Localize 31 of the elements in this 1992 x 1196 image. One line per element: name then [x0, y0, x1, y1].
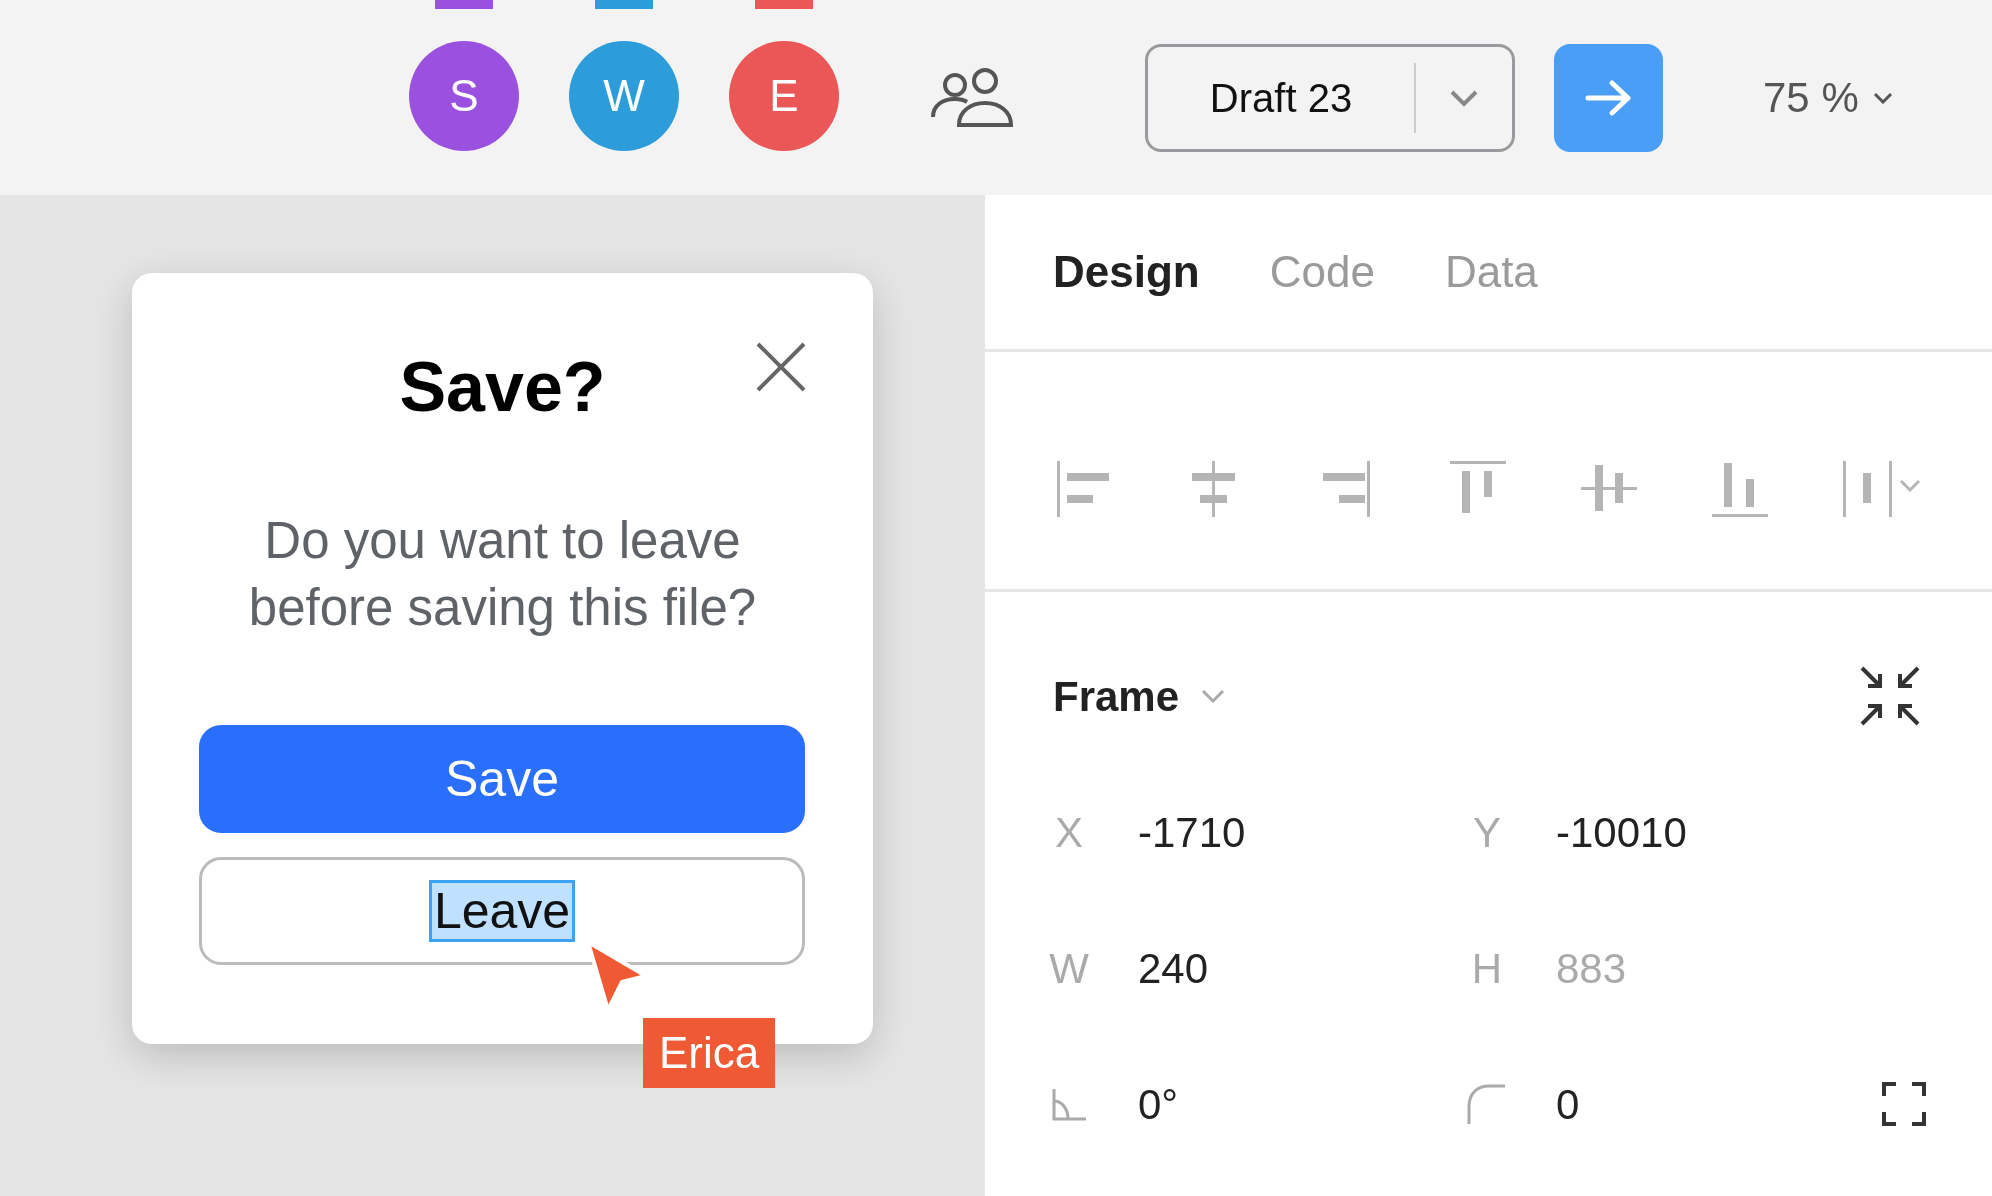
field-value[interactable]: 240	[1138, 936, 1209, 1000]
cursor-name-tag: Erica	[643, 1018, 776, 1088]
field-label: Y	[1473, 807, 1501, 858]
field-label: X	[1055, 807, 1083, 858]
collapse-icon[interactable]	[1858, 664, 1922, 728]
leave-button[interactable]: Leave	[199, 857, 805, 965]
field-value[interactable]: 0°	[1138, 1072, 1179, 1136]
people-icon[interactable]	[929, 66, 1015, 129]
field-value[interactable]: -1710	[1138, 800, 1246, 864]
version-label: Draft 23	[1208, 74, 1354, 122]
version-dropdown[interactable]: Draft 23	[1145, 43, 1515, 152]
field-label: H	[1471, 943, 1503, 994]
caret-icon[interactable]	[1449, 88, 1479, 107]
corner-radius-icon	[1467, 1084, 1507, 1124]
caret-icon	[1872, 91, 1893, 104]
close-button[interactable]	[755, 341, 807, 393]
caret-icon	[1201, 689, 1226, 703]
field-label: W	[1049, 943, 1089, 994]
dialog-title: Save?	[399, 347, 606, 428]
dialog-message: Do you want to leave before saving this file?	[247, 511, 758, 638]
zoom-dropdown[interactable]: 75 %	[1763, 66, 1893, 129]
field-value[interactable]: -10010	[1556, 800, 1687, 864]
panel-tab[interactable]: Design	[1053, 239, 1200, 301]
frame-dropdown[interactable]: Frame	[1053, 664, 1226, 728]
avatar[interactable]: S	[409, 41, 519, 151]
angle-icon	[1051, 1087, 1087, 1121]
fullscreen-icon[interactable]	[1882, 1082, 1926, 1126]
save-button[interactable]: Save	[199, 725, 805, 833]
field-value[interactable]: 0	[1556, 1072, 1580, 1136]
distribute-icon[interactable]	[1841, 458, 1921, 519]
arrow-button[interactable]	[1554, 43, 1663, 152]
